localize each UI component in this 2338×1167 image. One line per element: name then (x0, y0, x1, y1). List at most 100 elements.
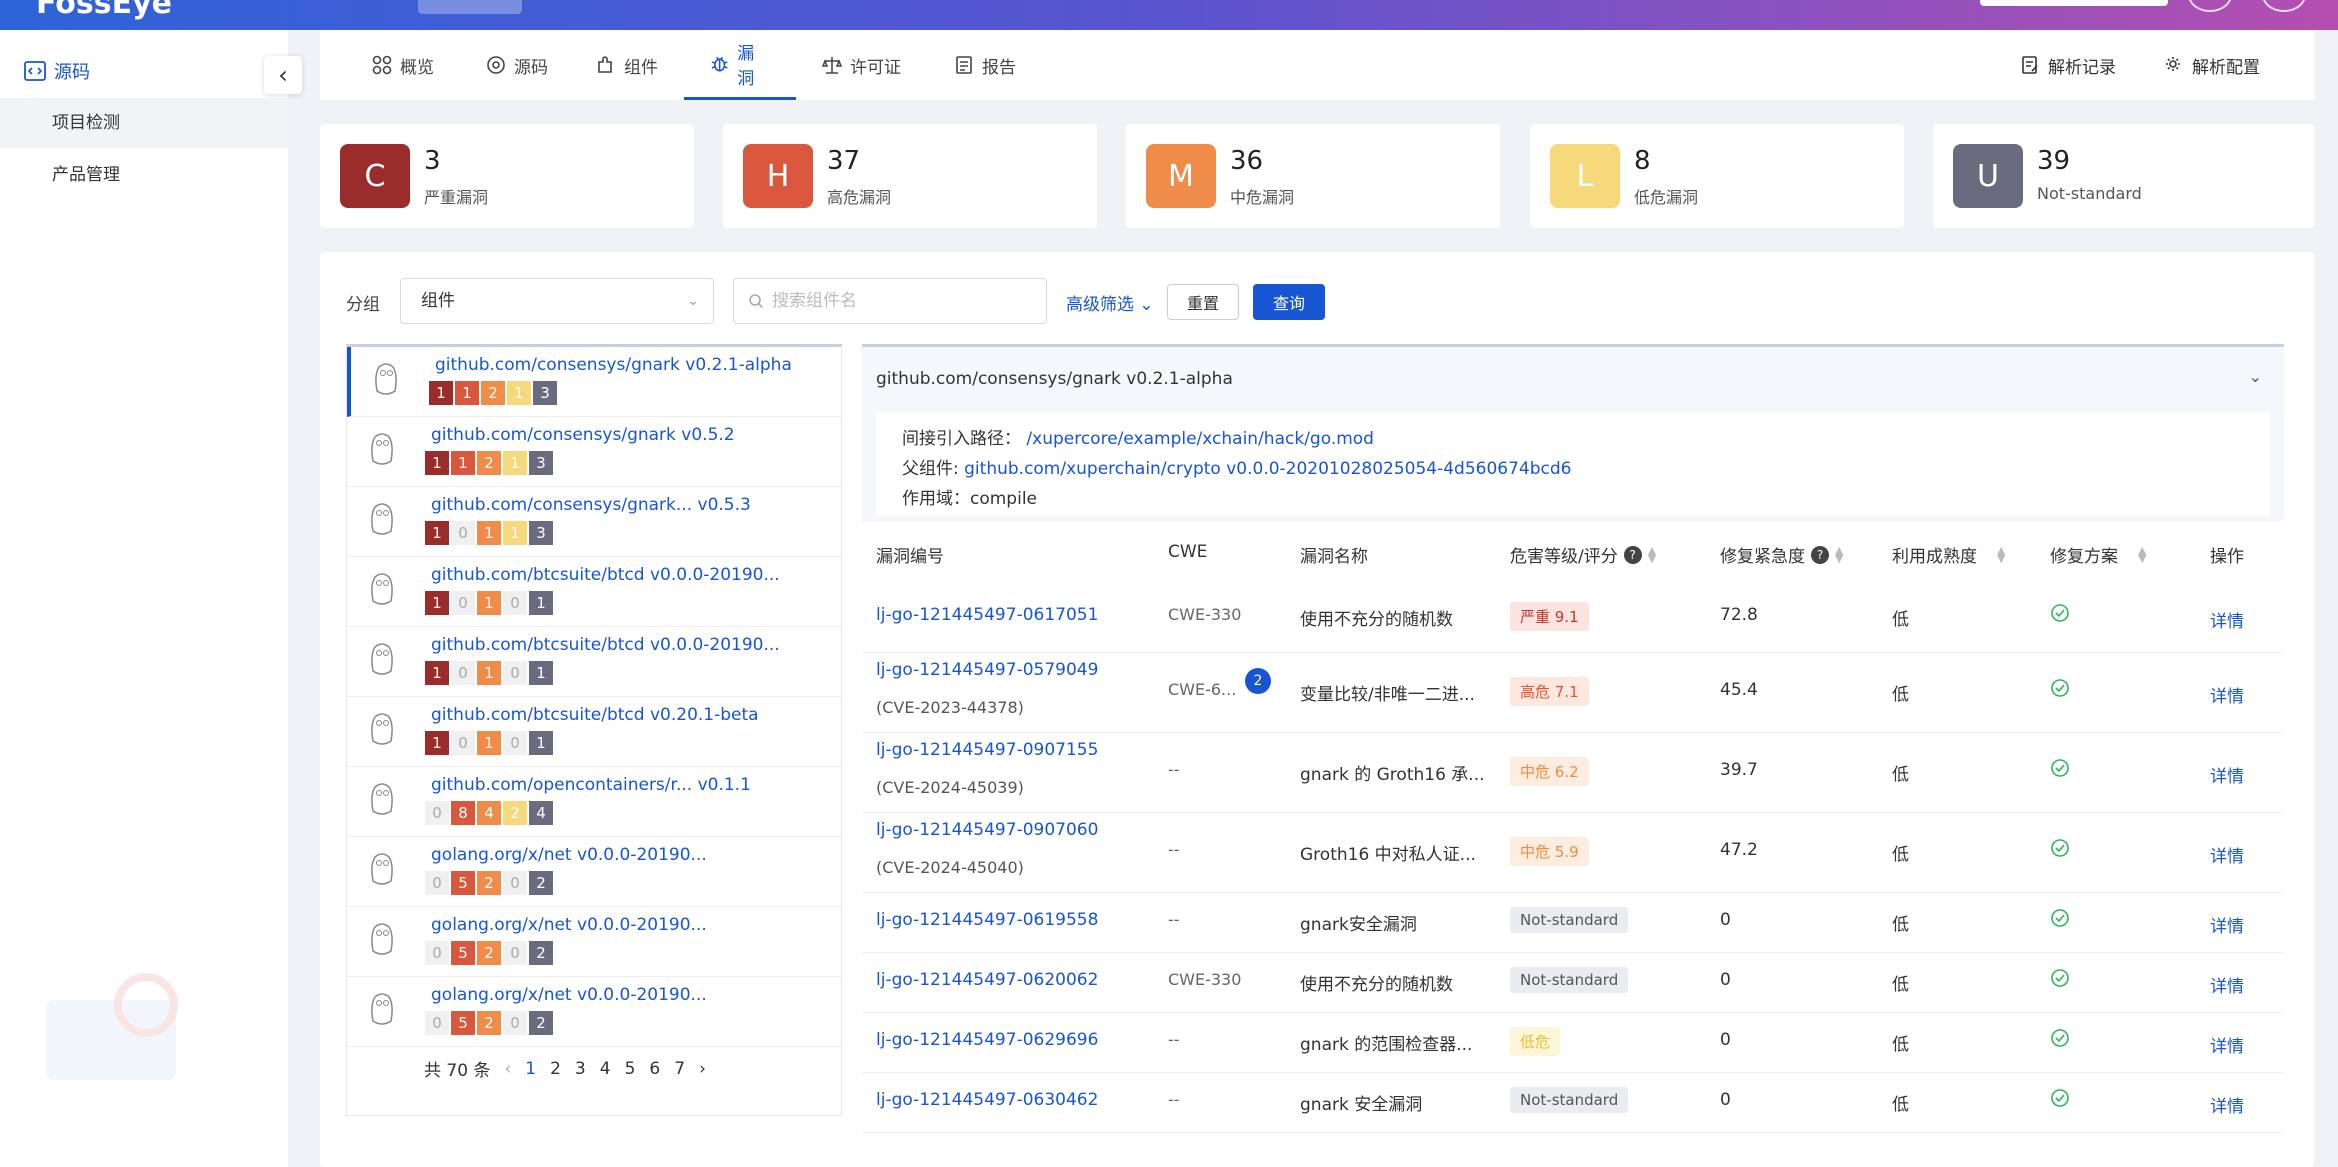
component-list-item[interactable]: github.com/btcsuite/btcd v0.0.0-20190...… (347, 627, 841, 697)
row-divider (862, 652, 2284, 653)
reset-button[interactable]: 重置 (1167, 284, 1239, 320)
summary-card-unknown[interactable]: U 39 Not-standard (1933, 124, 2314, 228)
vuln-id-link[interactable]: lj-go-121445497-0617051 (876, 605, 1098, 625)
component-list-item[interactable]: github.com/consensys/gnark v0.2.1-alpha 1… (347, 347, 841, 417)
app-logo[interactable]: FossEye (36, 0, 172, 21)
vuln-id-link[interactable]: lj-go-121445497-0630462 (876, 1090, 1098, 1110)
sort-icon[interactable]: ▲ ▼ (1648, 545, 1656, 564)
chevron-down-icon[interactable]: ⌄ (2249, 367, 2262, 386)
top-search-box[interactable] (1980, 0, 2168, 6)
component-list-item[interactable]: github.com/btcsuite/btcd v0.20.1-beta 1 0 1… (347, 697, 841, 767)
component-list-item[interactable]: golang.org/x/net v0.0.0-20190... 0 5 2 0 2 (347, 907, 841, 977)
query-button[interactable]: 查询 (1253, 284, 1325, 320)
component-name[interactable]: github.com/opencontainers/r... v0.1.1 (431, 775, 751, 795)
tab-vulnerabilities[interactable]: 漏洞 (684, 30, 796, 100)
component-name[interactable]: github.com/consensys/gnark v0.5.2 (431, 425, 735, 445)
scale-icon (822, 57, 842, 74)
top-nav-button[interactable] (418, 0, 522, 14)
severity-tag: Not-standard (1510, 907, 1629, 933)
summary-card-critical[interactable]: C 3 严重漏洞 (320, 124, 694, 228)
component-name[interactable]: github.com/consensys/gnark v0.2.1-alpha (435, 355, 792, 375)
component-name[interactable]: github.com/btcsuite/btcd v0.0.0-20190... (431, 565, 780, 585)
advanced-filter-button[interactable]: 高级筛选 ⌄ (1066, 290, 1154, 315)
tab-license[interactable]: 许可证 (822, 30, 901, 100)
search-input[interactable] (772, 291, 1032, 311)
component-list-item[interactable]: github.com/btcsuite/btcd v0.0.0-20190...… (347, 557, 841, 627)
summary-card-low[interactable]: L 8 低危漏洞 (1530, 124, 1904, 228)
component-name[interactable]: github.com/consensys/gnark... v0.5.3 (431, 495, 751, 515)
severity-count-box: 4 (477, 801, 501, 825)
help-icon[interactable]: ? (1623, 545, 1642, 564)
vuln-id-link[interactable]: lj-go-121445497-0907155 (876, 740, 1098, 760)
sidebar-section-source[interactable]: 源码 (24, 58, 90, 84)
sidebar-collapse-button[interactable]: ‹ (264, 56, 302, 94)
parse-log-button[interactable]: 解析记录 (2020, 30, 2116, 100)
severity-tag: 高危 7.1 (1510, 677, 1589, 706)
vuln-id-link[interactable]: lj-go-121445497-0620062 (876, 970, 1098, 990)
tab-source[interactable]: 源码 (486, 30, 548, 100)
col-header-urgency[interactable]: 修复紧急度? ▲ ▼ (1720, 542, 1843, 568)
detail-link[interactable]: 详情 (2210, 912, 2244, 937)
tab-report[interactable]: 报告 (954, 30, 1016, 100)
col-header-maturity[interactable]: 利用成熟度 ▲ ▼ (1892, 542, 2005, 568)
page-5[interactable]: 5 (625, 1059, 636, 1079)
col-header-fix[interactable]: 修复方案 ▲ ▼ (2050, 542, 2146, 568)
severity-badge: H (743, 144, 813, 208)
component-list-item[interactable]: github.com/consensys/gnark... v0.5.3 1 0 1 1… (347, 487, 841, 557)
col-header-level[interactable]: 危害等级/评分? ▲ ▼ (1510, 542, 1656, 568)
component-name[interactable]: github.com/btcsuite/btcd v0.0.0-20190... (431, 635, 780, 655)
severity-count-box: 1 (477, 521, 501, 545)
vuln-id-link[interactable]: lj-go-121445497-0907060 (876, 820, 1098, 840)
severity-counts: 05202 (425, 871, 553, 895)
detail-link[interactable]: 详情 (2210, 972, 2244, 997)
page-2[interactable]: 2 (550, 1059, 561, 1079)
severity-badge: M (1146, 144, 1216, 208)
component-search[interactable] (733, 278, 1047, 324)
detail-link[interactable]: 详情 (2210, 682, 2244, 707)
component-name[interactable]: golang.org/x/net v0.0.0-20190... (431, 845, 707, 865)
sort-icon[interactable]: ▲ ▼ (1835, 545, 1843, 564)
summary-card-medium[interactable]: M 36 中危漏洞 (1126, 124, 1500, 228)
page-6[interactable]: 6 (649, 1059, 660, 1079)
detail-link[interactable]: 详情 (2210, 762, 2244, 787)
tab-components[interactable]: 组件 (596, 30, 658, 100)
sidebar-item-project-detection[interactable]: 项目检测 (0, 98, 288, 148)
sidebar-item-product-management[interactable]: 产品管理 (0, 150, 288, 200)
vuln-id-link[interactable]: lj-go-121445497-0619558 (876, 910, 1098, 930)
sort-icon[interactable]: ▲ ▼ (2138, 545, 2146, 564)
component-name[interactable]: github.com/btcsuite/btcd v0.20.1-beta (431, 705, 759, 725)
component-detail-header[interactable]: github.com/consensys/gnark v0.2.1-alpha … (862, 344, 2284, 410)
page-1[interactable]: 1 (525, 1059, 536, 1079)
prev-page-icon[interactable]: ‹ (504, 1059, 511, 1079)
detail-link[interactable]: 详情 (2210, 607, 2244, 632)
page-4[interactable]: 4 (600, 1059, 611, 1079)
detail-link[interactable]: 详情 (2210, 1092, 2244, 1117)
detail-link[interactable]: 详情 (2210, 842, 2244, 867)
vuln-name: 变量比较/非唯一二进... (1300, 685, 1475, 705)
user-avatar[interactable] (2262, 0, 2306, 12)
detail-link[interactable]: 详情 (2210, 1032, 2244, 1057)
vuln-id-link[interactable]: lj-go-121445497-0629696 (876, 1030, 1098, 1050)
component-name[interactable]: golang.org/x/net v0.0.0-20190... (431, 915, 707, 935)
tab-overview[interactable]: 概览 (372, 30, 434, 100)
sort-icon[interactable]: ▲ ▼ (1997, 545, 2005, 564)
component-list-item[interactable]: github.com/consensys/gnark v0.5.2 1 1 2 1 3 (347, 417, 841, 487)
component-name[interactable]: golang.org/x/net v0.0.0-20190... (431, 985, 707, 1005)
vuln-id-link[interactable]: lj-go-121445497-0579049 (876, 660, 1098, 680)
component-list-item[interactable]: golang.org/x/net v0.0.0-20190... 0 5 2 0 2 (347, 977, 841, 1047)
indirect-path-link[interactable]: /xupercore/example/xchain/hack/go.mod (1026, 429, 1374, 449)
component-list-item[interactable]: github.com/opencontainers/r... v0.1.1 0 8 4… (347, 767, 841, 837)
page-7[interactable]: 7 (674, 1059, 685, 1079)
next-page-icon[interactable]: › (699, 1059, 706, 1079)
page-3[interactable]: 3 (575, 1059, 586, 1079)
check-circle-icon (2051, 969, 2069, 987)
cwe-count-badge[interactable]: 2 (1245, 668, 1271, 694)
gopher-icon (371, 643, 393, 675)
summary-card-high[interactable]: H 37 高危漏洞 (723, 124, 1097, 228)
parent-component-link[interactable]: github.com/xuperchain/crypto v0.0.0-2020… (964, 459, 1571, 479)
component-list-item[interactable]: golang.org/x/net v0.0.0-20190... 0 5 2 0 2 (347, 837, 841, 907)
help-icon[interactable] (2188, 0, 2232, 12)
group-select[interactable]: 组件 ⌄ (400, 278, 714, 324)
help-icon[interactable]: ? (1811, 545, 1829, 564)
parse-config-button[interactable]: 解析配置 (2164, 30, 2260, 100)
